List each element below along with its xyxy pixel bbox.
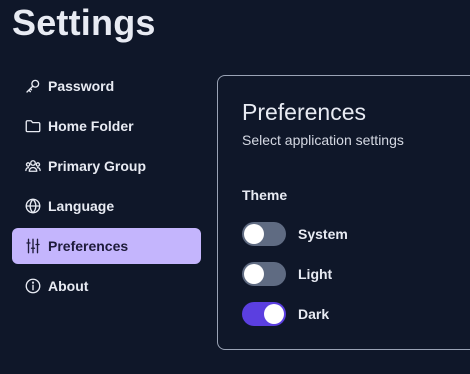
sliders-icon bbox=[24, 237, 42, 255]
page-title: Settings bbox=[12, 2, 156, 43]
sidebar-item-password[interactable]: Password bbox=[12, 68, 201, 104]
theme-section-label: Theme bbox=[242, 187, 288, 203]
panel-title: Preferences bbox=[242, 99, 367, 125]
settings-sidebar: Password Home Folder Primary Group Langu… bbox=[12, 68, 201, 308]
theme-option-dark[interactable]: Dark bbox=[242, 302, 329, 326]
toggle-knob bbox=[264, 304, 284, 324]
system-toggle[interactable] bbox=[242, 222, 286, 246]
sidebar-item-about[interactable]: About bbox=[12, 268, 201, 304]
key-icon bbox=[24, 77, 42, 95]
sidebar-item-language[interactable]: Language bbox=[12, 188, 201, 224]
sidebar-item-preferences[interactable]: Preferences bbox=[12, 228, 201, 264]
theme-option-light[interactable]: Light bbox=[242, 262, 332, 286]
dark-toggle[interactable] bbox=[242, 302, 286, 326]
toggle-label: Light bbox=[298, 266, 333, 282]
toggle-knob bbox=[244, 224, 264, 244]
sidebar-item-label: Home Folder bbox=[48, 118, 134, 134]
toggle-label: Dark bbox=[298, 306, 330, 322]
group-icon bbox=[24, 157, 42, 175]
sidebar-item-label: About bbox=[48, 278, 89, 294]
info-icon bbox=[24, 277, 42, 295]
sidebar-item-home-folder[interactable]: Home Folder bbox=[12, 108, 201, 144]
light-toggle[interactable] bbox=[242, 262, 286, 286]
theme-option-system[interactable]: System bbox=[242, 222, 348, 246]
toggle-label: System bbox=[298, 226, 348, 242]
sidebar-item-primary-group[interactable]: Primary Group bbox=[12, 148, 201, 184]
folder-icon bbox=[24, 117, 42, 135]
panel-subtitle: Select application settings bbox=[242, 132, 404, 148]
sidebar-item-label: Primary Group bbox=[48, 158, 147, 174]
sidebar-item-label: Password bbox=[48, 78, 115, 94]
toggle-knob bbox=[244, 264, 264, 284]
sidebar-item-label: Preferences bbox=[48, 238, 129, 254]
globe-icon bbox=[24, 197, 42, 215]
sidebar-item-label: Language bbox=[48, 198, 115, 214]
preferences-panel: Preferences Select application settings … bbox=[217, 75, 470, 350]
